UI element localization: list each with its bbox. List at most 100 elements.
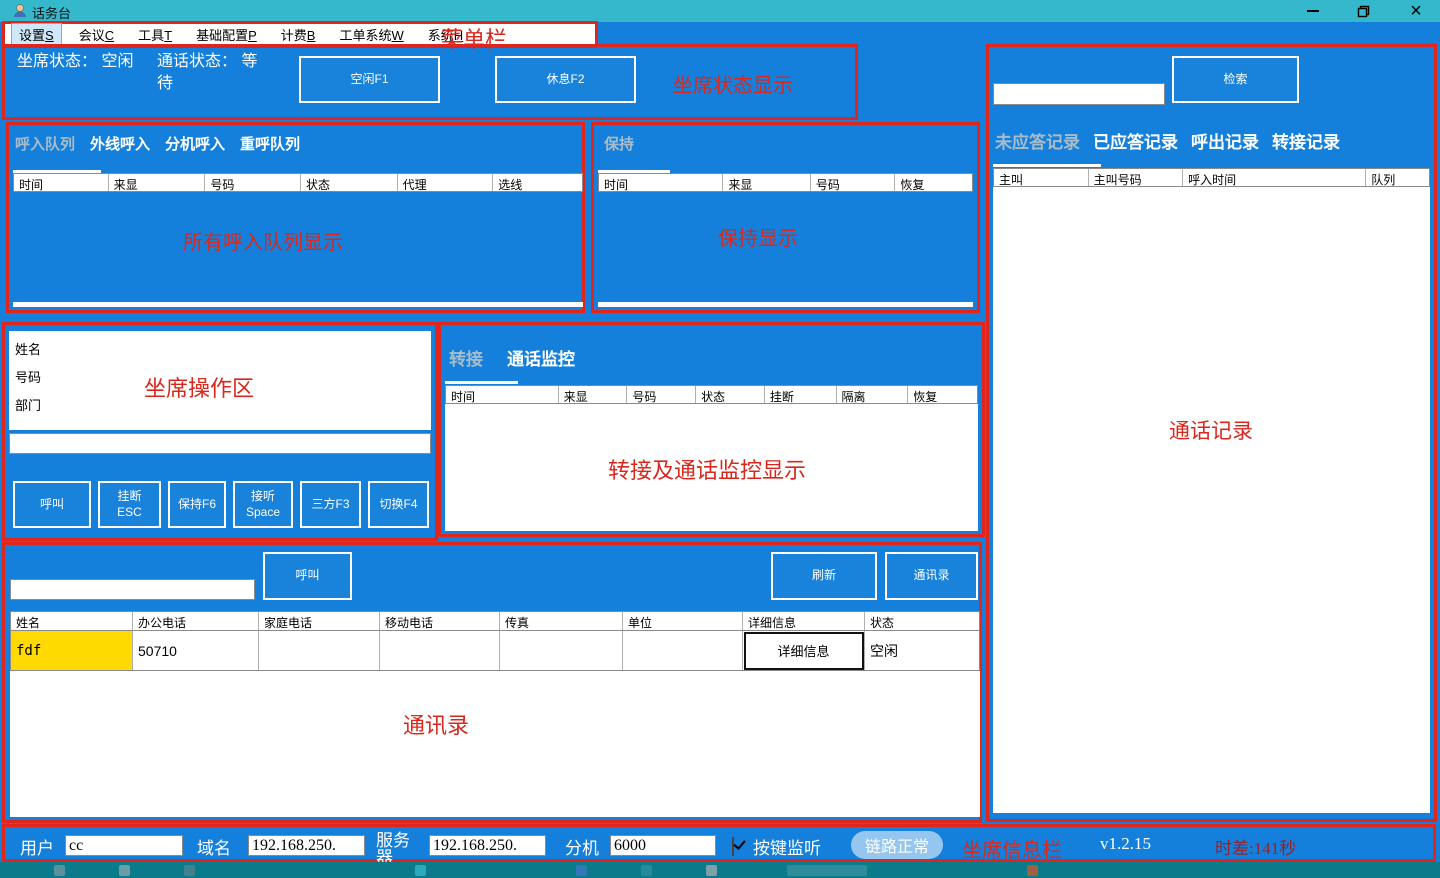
tab-hold[interactable]: 保持 (604, 133, 634, 154)
contact-name-cell[interactable]: fdf (11, 631, 133, 670)
search-button[interactable]: 检索 (1172, 56, 1299, 103)
call-records-list[interactable]: 通话记录 (993, 187, 1430, 813)
tab-unanswered-records[interactable]: 未应答记录 (995, 128, 1080, 153)
tab-recall-queue[interactable]: 重呼队列 (240, 133, 300, 154)
extension-input[interactable] (610, 835, 716, 856)
column-header[interactable]: 移动电话 (380, 612, 500, 630)
rest-f2-button[interactable]: 休息F2 (495, 56, 636, 103)
number-label: 号码 (15, 367, 41, 386)
taskbar-icon[interactable] (641, 865, 652, 876)
contact-unit-cell[interactable] (623, 631, 743, 670)
column-header[interactable]: 家庭电话 (259, 612, 380, 630)
column-header[interactable]: 时间 (14, 174, 109, 191)
threeway-f3-button[interactable]: 三方F3 (300, 481, 361, 528)
tab-extension-call[interactable]: 分机呼入 (165, 133, 225, 154)
transfer-monitor-panel: 转接 通话监控 时间 来显 号码 状态 挂断 隔离 恢复 转接及通话监控显示 (438, 322, 985, 537)
tab-call-monitor[interactable]: 通话监控 (507, 345, 575, 370)
column-header[interactable]: 来显 (559, 386, 628, 403)
restore-button[interactable] (1345, 0, 1381, 22)
dial-input[interactable] (9, 433, 431, 454)
contact-mobile-cell[interactable] (380, 631, 500, 670)
column-header[interactable]: 时间 (446, 386, 559, 403)
hold-f6-button[interactable]: 保持F6 (168, 481, 226, 528)
column-header[interactable]: 状态 (696, 386, 765, 403)
idle-f1-button[interactable]: 空闲F1 (299, 56, 440, 103)
window-title: 话务台 (32, 3, 71, 22)
column-header[interactable]: 办公电话 (133, 612, 259, 630)
menu-item-billing[interactable]: 计费B (274, 24, 323, 45)
column-header[interactable]: 来显 (723, 174, 811, 191)
tab-transfer-records[interactable]: 转接记录 (1272, 128, 1340, 153)
taskbar-icon[interactable] (184, 865, 195, 876)
column-header[interactable]: 详细信息 (743, 612, 865, 630)
tab-incoming-queue[interactable]: 呼入队列 (15, 133, 75, 154)
tab-outside-line[interactable]: 外线呼入 (90, 133, 150, 154)
tab-transfer[interactable]: 转接 (449, 345, 483, 370)
menu-item-base-config[interactable]: 基础配置P (189, 24, 264, 45)
column-header[interactable]: 代理 (398, 174, 494, 191)
menu-item-workorder[interactable]: 工单系统W (332, 24, 410, 45)
taskbar-icon[interactable] (706, 865, 717, 876)
taskbar-icon[interactable] (1027, 865, 1038, 876)
column-header[interactable]: 隔离 (837, 386, 909, 403)
hold-panel: 保持 时间 来显 号码 恢复 保持显示 (591, 122, 980, 313)
taskbar-icon[interactable] (576, 865, 587, 876)
record-search-input[interactable] (993, 83, 1165, 105)
column-header[interactable]: 选线 (493, 174, 582, 191)
tab-outgoing-records[interactable]: 呼出记录 (1191, 128, 1259, 153)
keypress-monitor-checkbox[interactable] (732, 837, 734, 856)
detail-info-button[interactable]: 详细信息 (744, 632, 864, 670)
contacts-list[interactable]: 通讯录 (10, 671, 980, 817)
menu-item-conference[interactable]: 会议C (72, 24, 121, 45)
column-header[interactable]: 状态 (301, 174, 398, 191)
tab-answered-records[interactable]: 已应答记录 (1093, 128, 1178, 153)
column-header[interactable]: 号码 (627, 386, 696, 403)
contact-office-phone-cell[interactable]: 50710 (133, 631, 259, 670)
user-input[interactable] (65, 835, 183, 856)
call-button[interactable]: 呼叫 (13, 481, 91, 528)
transfer-list[interactable]: 转接及通话监控显示 (445, 404, 978, 531)
column-header[interactable]: 主叫 (994, 169, 1089, 186)
hangup-esc-button[interactable]: 挂断 ESC (98, 481, 161, 528)
column-header[interactable]: 来显 (109, 174, 206, 191)
contact-fax-cell[interactable] (500, 631, 623, 670)
close-button[interactable]: × (1398, 0, 1434, 22)
menu-item-tools[interactable]: 工具T (131, 24, 179, 45)
column-header[interactable]: 姓名 (11, 612, 133, 630)
menu-item-settings[interactable]: 设置S (11, 23, 62, 46)
annotation-transfer-monitor: 转接及通话监控显示 (608, 453, 806, 485)
contact-call-button[interactable]: 呼叫 (263, 552, 352, 600)
switch-f4-button[interactable]: 切换F4 (368, 481, 429, 528)
domain-input[interactable] (248, 835, 365, 856)
column-header[interactable]: 队列 (1366, 169, 1429, 186)
contact-status-cell[interactable]: 空闲 (865, 631, 979, 670)
taskbar-icon[interactable] (119, 865, 130, 876)
column-header[interactable]: 挂断 (765, 386, 837, 403)
column-header[interactable]: 恢复 (895, 174, 972, 191)
caller-info-panel: 姓名 号码 部门 坐席操作区 (9, 331, 431, 430)
column-header[interactable]: 状态 (865, 612, 979, 630)
column-header[interactable]: 传真 (500, 612, 623, 630)
column-header[interactable]: 主叫号码 (1089, 169, 1184, 186)
contact-row[interactable]: fdf 50710 详细信息 空闲 (10, 631, 980, 671)
keypress-monitor-label: 按键监听 (753, 834, 821, 859)
column-header[interactable]: 呼入时间 (1183, 169, 1366, 186)
answer-space-button[interactable]: 接听 Space (233, 481, 293, 528)
column-header[interactable]: 号码 (205, 174, 301, 191)
taskbar-active-app[interactable] (787, 865, 867, 876)
agent-operation-panel: 姓名 号码 部门 坐席操作区 呼叫 挂断 ESC 保持F6 接听 Space 三… (2, 322, 438, 541)
refresh-button[interactable]: 刷新 (771, 552, 877, 600)
column-header[interactable]: 单位 (623, 612, 743, 630)
contact-search-input[interactable] (10, 579, 255, 600)
annotation-call-records: 通话记录 (1169, 415, 1253, 445)
column-header[interactable]: 号码 (811, 174, 896, 191)
column-header[interactable]: 时间 (599, 174, 723, 191)
minimize-button[interactable] (1295, 0, 1331, 22)
contact-home-phone-cell[interactable] (259, 631, 380, 670)
seat-status: 坐席状态： 空闲 (17, 51, 139, 73)
server-input[interactable] (429, 835, 546, 856)
taskbar-icon[interactable] (415, 865, 426, 876)
addressbook-button[interactable]: 通讯录 (885, 552, 978, 600)
taskbar-icon[interactable] (54, 865, 65, 876)
column-header[interactable]: 恢复 (908, 386, 977, 403)
